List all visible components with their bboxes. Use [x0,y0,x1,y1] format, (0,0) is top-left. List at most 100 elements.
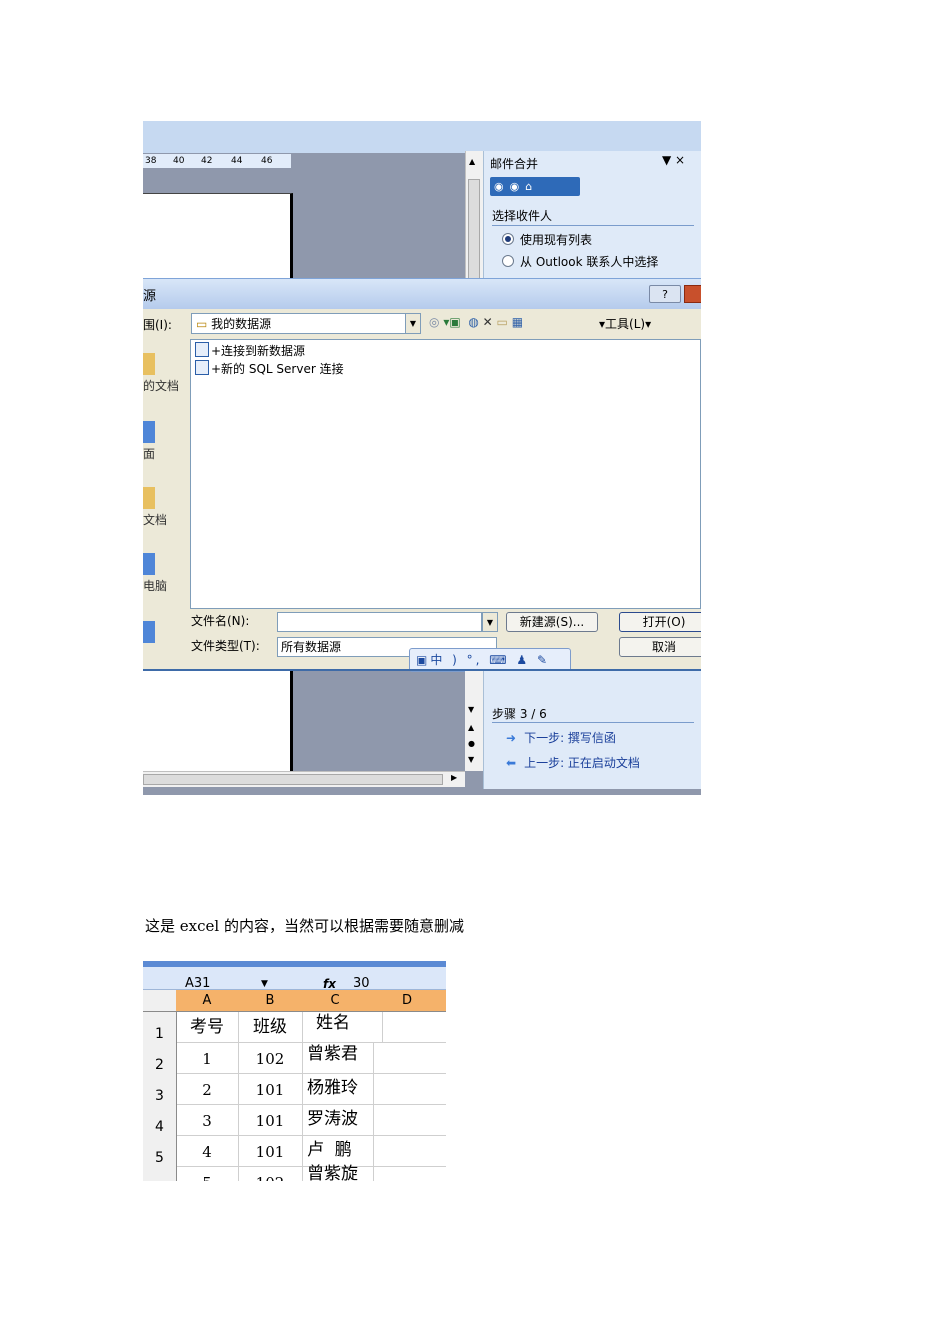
table-cell[interactable] [368,1104,446,1136]
table-cell[interactable] [368,1012,446,1043]
ime-status[interactable]: 中 ) °, ⌨ ♟ ✎ [430,653,550,667]
next-step-text[interactable]: 下一步: 撰写信函 [524,731,616,745]
table-cell[interactable]: 曾紫旋 [302,1166,374,1181]
table-cell[interactable]: 考号 [176,1012,239,1043]
radio-use-existing[interactable]: 使用现有列表 [502,231,592,248]
ribbon-band [143,121,701,153]
row-header[interactable]: 1 [143,1012,177,1043]
new-folder-icon[interactable]: ▭ [497,315,508,329]
ruler-tick: 42 [201,156,213,166]
desktop-icon[interactable] [143,421,155,443]
help-button[interactable]: ? [649,285,681,303]
table-cell[interactable] [368,1166,446,1181]
arrow-right-icon: ➜ [506,731,517,745]
row-header[interactable]: 3 [143,1073,177,1105]
row-header[interactable]: 2 [143,1042,177,1074]
mail-merge-pane-steps: 步骤 3 / 6 ➜ 下一步: 撰写信函 ⬅ 上一步: 正在启动文档 [483,671,701,789]
place-label[interactable]: 的文档 [143,377,179,394]
radio-outlook[interactable]: 从 Outlook 联系人中选择 [502,253,658,270]
table-cell[interactable]: 罗涛波 [302,1104,374,1136]
place-label[interactable]: 文档 [143,511,167,528]
delete-icon[interactable]: ✕ [483,315,493,329]
close-button[interactable] [684,285,701,303]
up-folder-icon[interactable]: ▾▣ [443,315,460,329]
column-header-c[interactable]: C [302,990,369,1012]
step-label: 步骤 3 / 6 [492,705,694,723]
new-source-button[interactable]: 新建源(S)... [506,612,598,632]
table-cell[interactable]: 101 [238,1104,303,1136]
scroll-down-icon[interactable]: ▼ [468,705,474,714]
chevron-down-icon[interactable]: ▼ [405,314,420,333]
table-cell[interactable]: 4 [176,1135,239,1167]
computer-icon[interactable] [143,553,155,575]
place-label[interactable]: 面 [143,445,155,462]
pane-nav-buttons[interactable]: ◉◉⌂ [490,177,580,196]
scroll-up-icon[interactable]: ▲ [469,157,475,166]
data-source-icon [195,360,209,375]
list-item[interactable]: +连接到新数据源 [195,342,305,359]
column-header-b[interactable]: B [238,990,303,1012]
table-cell[interactable]: 杨雅玲 [302,1073,374,1105]
radio-checked-icon[interactable] [502,233,514,245]
table-cell[interactable]: 102 [238,1166,303,1181]
horizontal-scrollbar[interactable]: ▶ [143,771,465,787]
table-cell[interactable] [368,1042,446,1074]
prev-step-text[interactable]: 上一步: 正在启动文档 [524,756,640,770]
row-header[interactable]: 4 [143,1104,177,1136]
ime-logo-icon[interactable]: ▣ [416,653,430,667]
column-header-d[interactable]: D [368,990,446,1012]
lookin-select[interactable]: ▭ 我的数据源 [191,313,421,334]
search-web-icon[interactable]: ◍ [465,315,478,329]
column-header-a[interactable]: A [176,990,239,1012]
select-recipients-heading: 选择收件人 [492,207,694,226]
browse-object-icon[interactable]: ● [468,739,475,748]
network-icon[interactable] [143,621,155,643]
documents-icon[interactable] [143,353,155,375]
views-icon[interactable]: ▦ [512,315,523,329]
tools-menu[interactable]: ▾工具(L)▾ [599,315,651,332]
next-step-link[interactable]: ➜ 下一步: 撰写信函 [506,729,616,746]
open-button[interactable]: 打开(O) [619,612,701,632]
filename-input[interactable] [277,612,482,632]
pane-close-button[interactable]: ▼ × [662,153,685,167]
place-label[interactable]: 电脑 [143,577,167,594]
table-cell[interactable]: 101 [238,1073,303,1105]
arrow-left-icon: ⬅ [506,756,517,770]
table-cell[interactable]: 101 [238,1135,303,1167]
table-cell[interactable]: 102 [238,1042,303,1074]
radio-icon[interactable] [502,255,514,267]
table-cell[interactable] [368,1135,446,1167]
radio-label: 从 Outlook 联系人中选择 [520,255,659,269]
back-icon[interactable]: ◎ [429,315,439,329]
table-cell[interactable]: 班级 [238,1012,303,1043]
prev-step-link[interactable]: ⬅ 上一步: 正在启动文档 [506,754,640,771]
row-header[interactable]: 5 [143,1135,177,1167]
table-cell[interactable]: 卢 鹏 [302,1135,374,1167]
chevron-down-icon[interactable]: ▼ [482,612,498,632]
home-icon[interactable]: ⌂ [525,180,538,193]
cancel-button[interactable]: 取消 [619,637,701,657]
table-cell[interactable]: 曾紫君 [302,1042,374,1074]
dialog-titlebar: 源 ? [143,279,701,309]
prev-page-icon[interactable]: ▲ [468,723,474,732]
next-page-icon[interactable]: ▼ [468,755,474,764]
table-cell[interactable]: 1 [176,1042,239,1074]
my-documents-icon[interactable] [143,487,155,509]
word-screenshot: 38 40 42 44 46 ▲ 邮件合并 ▼ × ◉◉⌂ 选择收件人 使用现有… [143,121,701,795]
table-cell[interactable]: 2 [176,1073,239,1105]
pane-title: 邮件合并 [490,157,539,171]
table-cell[interactable] [368,1073,446,1105]
vertical-scrollbar-lower[interactable]: ▼ ▲ ● ▼ [465,671,483,771]
back-icon[interactable]: ◉ [494,180,510,193]
file-label: +连接到新数据源 [211,344,306,358]
select-all-corner[interactable] [143,990,177,1012]
row-header[interactable] [143,1166,177,1181]
document-page[interactable] [143,671,293,771]
table-cell[interactable]: 3 [176,1104,239,1136]
forward-icon[interactable]: ◉ [510,180,526,193]
ruler-tick: 44 [231,156,243,166]
scroll-right-icon[interactable]: ▶ [451,773,457,782]
table-cell[interactable]: 5 [176,1166,239,1181]
scroll-thumb[interactable] [143,774,443,785]
list-item[interactable]: +新的 SQL Server 连接 [195,360,344,377]
